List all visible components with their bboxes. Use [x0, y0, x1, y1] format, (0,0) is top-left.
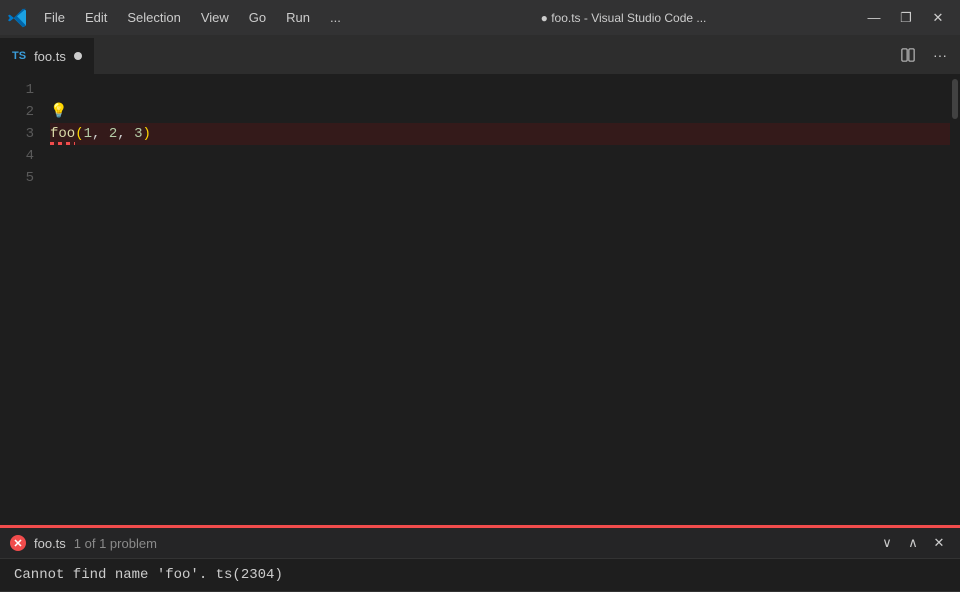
menu-go[interactable]: Go [239, 6, 276, 29]
error-panel-header: ✕ foo.ts 1 of 1 problem ∨ ∧ ✕ [0, 527, 960, 559]
tab-foo-ts[interactable]: TS foo.ts [0, 38, 95, 74]
line-num-3: 3 [0, 123, 34, 145]
menu-view[interactable]: View [191, 6, 239, 29]
code-line-3: foo(1, 2, 3) [50, 123, 950, 145]
code-token-paren-open: ( [75, 123, 83, 145]
collapse-button[interactable]: ∨ [876, 532, 898, 554]
lightbulb-icon[interactable]: 💡 [50, 101, 67, 123]
code-line-1 [50, 79, 950, 101]
code-line-4 [50, 145, 950, 167]
code-lines: 💡 foo(1, 2, 3) [50, 75, 950, 525]
vscode-icon [8, 8, 28, 28]
code-token-paren-close: ) [142, 123, 150, 145]
line-numbers: 1 2 3 4 5 [0, 75, 50, 525]
close-panel-button[interactable]: ✕ [928, 532, 950, 554]
error-count: 1 of 1 problem [74, 536, 868, 551]
split-editor-button[interactable] [896, 43, 920, 67]
code-token-arg3: 3 [134, 123, 142, 145]
line-num-2: 2 [0, 101, 34, 123]
error-filename: foo.ts [34, 536, 66, 551]
line-num-1: 1 [0, 79, 34, 101]
window-title: ● foo.ts - Visual Studio Code ... [387, 11, 860, 25]
error-icon: ✕ [10, 535, 26, 551]
maximize-button[interactable]: ❐ [892, 4, 920, 32]
editor-actions: ··· [888, 35, 960, 74]
code-token-comma2: , [117, 123, 134, 145]
error-message-text: Cannot find name 'foo'. ts(2304) [0, 559, 960, 592]
more-actions-button[interactable]: ··· [928, 43, 952, 67]
menu-edit[interactable]: Edit [75, 6, 117, 29]
code-token-comma1: , [92, 123, 109, 145]
minimize-button[interactable]: — [860, 4, 888, 32]
window-controls: — ❐ ✕ [860, 4, 952, 32]
title-bar: File Edit Selection View Go Run ... ● fo… [0, 0, 960, 35]
panel-controls: ∨ ∧ ✕ [876, 532, 950, 554]
code-token-arg1: 1 [84, 123, 92, 145]
code-token-foo: foo [50, 123, 75, 145]
code-editor[interactable]: 1 2 3 4 5 💡 foo(1, 2, 3) [0, 75, 960, 525]
line-num-5: 5 [0, 167, 34, 189]
close-button[interactable]: ✕ [924, 4, 952, 32]
line-num-4: 4 [0, 145, 34, 167]
tab-modified-indicator [74, 52, 82, 60]
code-token-arg2: 2 [109, 123, 117, 145]
error-panel: ✕ foo.ts 1 of 1 problem ∨ ∧ ✕ Cannot fin… [0, 525, 960, 592]
menu-file[interactable]: File [34, 6, 75, 29]
scrollbar-thumb [952, 79, 958, 119]
menu-more[interactable]: ... [320, 6, 351, 29]
scrollbar[interactable] [950, 75, 960, 525]
code-line-5 [50, 167, 950, 189]
menu-run[interactable]: Run [276, 6, 320, 29]
tab-language-badge: TS [12, 50, 26, 62]
code-line-2: 💡 [50, 101, 950, 123]
editor-area: 1 2 3 4 5 💡 foo(1, 2, 3) [0, 75, 960, 592]
tab-filename: foo.ts [34, 49, 66, 64]
tab-bar: TS foo.ts ··· [0, 35, 960, 75]
expand-button[interactable]: ∧ [902, 532, 924, 554]
menu-selection[interactable]: Selection [117, 6, 190, 29]
